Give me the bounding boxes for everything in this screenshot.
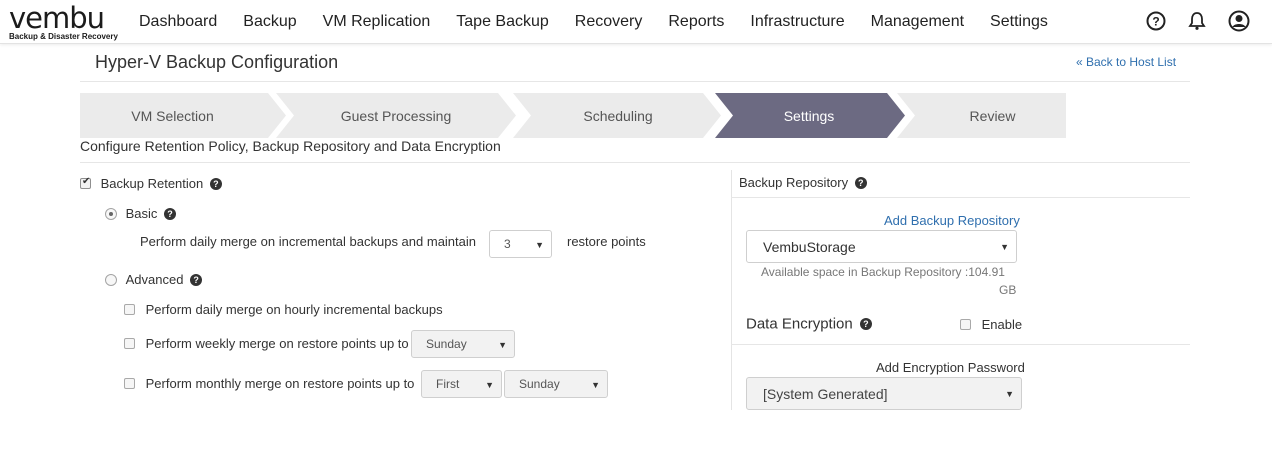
svg-text:?: ? — [1152, 15, 1159, 29]
basic-merge-text: Perform daily merge on incremental backu… — [140, 234, 477, 249]
advanced-radio[interactable] — [105, 273, 117, 286]
page-title: Hyper-V Backup Configuration — [95, 52, 339, 72]
monthly-week-select[interactable]: First ▼ — [421, 370, 502, 398]
divider — [731, 197, 1190, 198]
basic-label: Basic — [125, 206, 158, 222]
monthly-day-select[interactable]: Sunday ▼ — [504, 370, 608, 398]
bell-icon[interactable] — [1188, 11, 1206, 31]
restore-points-select[interactable]: 3 ▼ — [489, 230, 552, 258]
back-to-host-list-link[interactable]: « Back to Host List — [1076, 55, 1176, 69]
monthly-merge-checkbox[interactable] — [124, 378, 135, 390]
step-vm-selection[interactable]: VM Selection — [80, 93, 286, 138]
main-menu: Dashboard Backup VM Replication Tape Bac… — [126, 0, 1061, 44]
caret-down-icon: ▼ — [1000, 242, 1009, 252]
nav-vm-replication[interactable]: VM Replication — [310, 13, 444, 31]
step-label: Scheduling — [583, 107, 653, 124]
restore-points-value: 3 — [504, 237, 511, 251]
monthly-week-value: First — [436, 377, 460, 391]
step-guest-processing[interactable]: Guest Processing — [276, 93, 521, 138]
advanced-option-row: Advanced ? — [105, 271, 203, 288]
encryption-password-value: [System Generated] — [763, 385, 888, 402]
daily-merge-label: Perform daily merge on hourly incrementa… — [145, 302, 443, 318]
nav-infrastructure[interactable]: Infrastructure — [737, 13, 857, 31]
nav-backup[interactable]: Backup — [230, 13, 309, 31]
weekly-day-select[interactable]: Sunday ▼ — [411, 330, 515, 358]
weekly-merge-label: Perform weekly merge on restore points u… — [145, 336, 409, 352]
help-icon[interactable]: ? — [164, 207, 177, 220]
available-space-line2: GB — [999, 283, 1017, 297]
weekly-merge-checkbox[interactable] — [124, 338, 135, 350]
nav-tape-backup[interactable]: Tape Backup — [443, 13, 562, 31]
caret-down-icon: ▼ — [485, 380, 494, 390]
step-label: Guest Processing — [340, 107, 452, 124]
section-description: Configure Retention Policy, Backup Repos… — [80, 138, 501, 154]
nav-management[interactable]: Management — [858, 13, 977, 31]
logo-tagline: Backup & Disaster Recovery — [9, 32, 118, 41]
backup-retention-label: Backup Retention — [100, 176, 204, 192]
caret-down-icon: ▼ — [1005, 389, 1014, 399]
top-navigation-bar: vembu Backup & Disaster Recovery Dashboa… — [0, 0, 1272, 44]
monthly-day-value: Sunday — [519, 377, 560, 391]
nav-dashboard[interactable]: Dashboard — [126, 13, 230, 31]
panel-divider — [731, 170, 732, 410]
enable-encryption-row: Enable — [960, 316, 1022, 332]
monthly-merge-row: Perform monthly merge on restore points … — [124, 375, 414, 391]
step-label: Review — [969, 107, 1016, 124]
divider — [731, 344, 1190, 345]
monthly-merge-label: Perform monthly merge on restore points … — [145, 376, 415, 392]
add-encryption-password-label: Add Encryption Password — [876, 360, 1025, 375]
nav-recovery[interactable]: Recovery — [562, 13, 656, 31]
help-icon[interactable]: ? — [1146, 11, 1166, 31]
step-label: VM Selection — [131, 107, 214, 124]
step-review[interactable]: Review — [897, 93, 1066, 138]
backup-retention-checkbox[interactable] — [80, 176, 91, 190]
add-backup-repository-link[interactable]: Add Backup Repository — [884, 213, 1020, 228]
divider — [80, 81, 1190, 82]
caret-down-icon: ▼ — [498, 340, 507, 350]
step-scheduling[interactable]: Scheduling — [513, 93, 723, 138]
backup-retention-row: Backup Retention ? — [80, 175, 222, 191]
basic-radio[interactable] — [105, 207, 117, 220]
step-settings[interactable]: Settings — [715, 93, 905, 138]
nav-reports[interactable]: Reports — [655, 13, 737, 31]
backup-repository-heading: Backup Repository ? — [739, 174, 867, 190]
help-icon[interactable]: ? — [859, 318, 872, 331]
caret-down-icon: ▼ — [535, 240, 544, 250]
advanced-label: Advanced — [125, 272, 184, 288]
basic-option-row: Basic ? — [105, 205, 177, 222]
daily-merge-checkbox[interactable] — [124, 304, 135, 316]
help-icon[interactable]: ? — [190, 273, 203, 286]
backup-repository-select[interactable]: VembuStorage ▼ — [746, 230, 1017, 263]
enable-encryption-label: Enable — [981, 317, 1023, 333]
user-icon[interactable] — [1228, 10, 1250, 32]
weekly-day-value: Sunday — [426, 337, 467, 351]
backup-repository-label: Backup Repository — [739, 175, 849, 191]
backup-repository-value: VembuStorage — [763, 238, 856, 255]
wizard-steps: VM Selection Guest Processing Scheduling… — [80, 93, 1070, 138]
enable-encryption-checkbox[interactable] — [960, 319, 971, 331]
restore-points-suffix: restore points — [567, 234, 646, 249]
logo-wordmark: vembu — [9, 1, 105, 35]
encryption-password-select[interactable]: [System Generated] ▼ — [746, 377, 1022, 410]
nav-settings[interactable]: Settings — [977, 13, 1061, 31]
vembu-logo[interactable]: vembu Backup & Disaster Recovery — [9, 3, 119, 41]
data-encryption-heading: Data Encryption ? — [746, 315, 872, 333]
available-space-line1: Available space in Backup Repository :10… — [761, 265, 1005, 279]
help-icon[interactable]: ? — [854, 176, 867, 189]
caret-down-icon: ▼ — [591, 380, 600, 390]
divider — [80, 162, 1190, 163]
step-label: Settings — [783, 107, 835, 124]
data-encryption-label: Data Encryption — [746, 315, 853, 333]
help-icon[interactable]: ? — [209, 177, 222, 190]
weekly-merge-row: Perform weekly merge on restore points u… — [124, 335, 409, 351]
daily-merge-row: Perform daily merge on hourly incrementa… — [124, 301, 443, 317]
